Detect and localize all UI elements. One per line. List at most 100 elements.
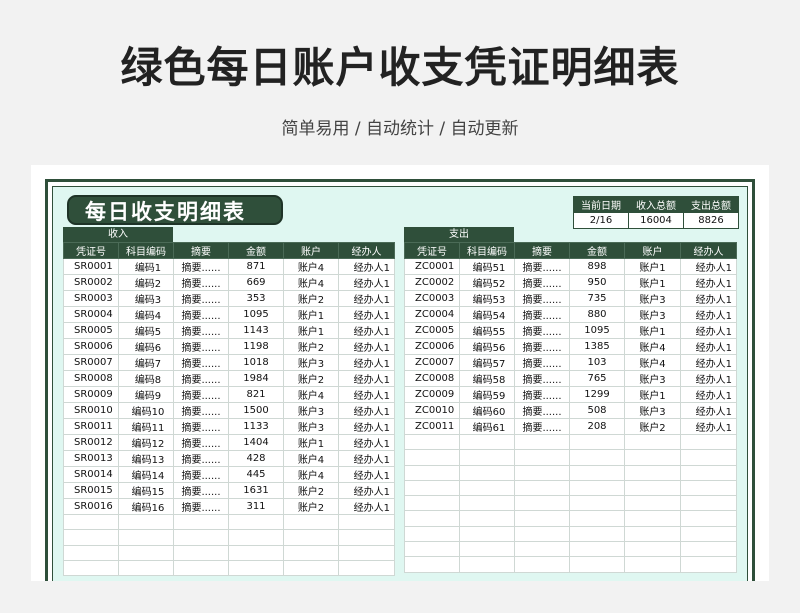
income-cell-amount[interactable]: 1095 (228, 306, 284, 323)
income-cell-amount[interactable] (228, 513, 284, 531)
expense-cell-voucher[interactable] (404, 495, 460, 512)
expense-cell-handler[interactable] (680, 433, 737, 451)
income-cell-account[interactable]: 账户3 (283, 402, 339, 419)
income-cell-account-code[interactable]: 编码16 (118, 498, 174, 515)
income-cell-handler[interactable]: 经办人1 (338, 482, 395, 499)
income-cell-handler[interactable]: 经办人1 (338, 402, 395, 419)
expense-cell-handler[interactable] (680, 510, 737, 527)
expense-cell-account[interactable]: 账户1 (624, 322, 681, 339)
income-cell-handler[interactable]: 经办人1 (338, 354, 395, 371)
income-cell-voucher[interactable] (63, 544, 119, 561)
income-cell-account-code[interactable]: 编码7 (118, 354, 174, 371)
income-cell-amount[interactable] (228, 544, 284, 561)
expense-cell-summary[interactable]: 摘要...... (514, 274, 570, 291)
expense-cell-amount[interactable]: 103 (569, 354, 625, 371)
income-cell-handler[interactable]: 经办人1 (338, 386, 395, 403)
expense-cell-account[interactable]: 账户2 (624, 418, 681, 435)
income-cell-summary[interactable]: 摘要...... (173, 290, 229, 307)
expense-cell-account[interactable]: 账户3 (624, 370, 681, 387)
expense-cell-account-code[interactable] (459, 433, 515, 451)
income-cell-voucher[interactable]: SR0015 (63, 482, 119, 499)
expense-cell-amount[interactable] (569, 556, 625, 573)
income-cell-account-code[interactable]: 编码11 (118, 418, 174, 435)
income-cell-handler[interactable]: 经办人1 (338, 450, 395, 467)
income-cell-account-code[interactable]: 编码1 (118, 258, 174, 275)
income-cell-voucher[interactable]: SR0014 (63, 466, 119, 483)
income-cell-account-code[interactable]: 编码12 (118, 434, 174, 451)
expense-cell-account-code[interactable] (459, 556, 515, 573)
income-cell-handler[interactable]: 经办人1 (338, 370, 395, 387)
expense-cell-account[interactable] (624, 556, 681, 573)
expense-cell-summary[interactable]: 摘要...... (514, 354, 570, 371)
expense-cell-voucher[interactable]: ZC0007 (404, 354, 460, 371)
income-cell-summary[interactable]: 摘要...... (173, 354, 229, 371)
income-cell-account[interactable]: 账户4 (283, 386, 339, 403)
income-cell-voucher[interactable] (63, 529, 119, 546)
expense-cell-voucher[interactable] (404, 525, 460, 543)
expense-cell-amount[interactable] (569, 479, 625, 497)
income-cell-amount[interactable]: 428 (228, 450, 284, 467)
income-cell-summary[interactable]: 摘要...... (173, 402, 229, 419)
expense-cell-handler[interactable] (680, 495, 737, 512)
income-cell-amount[interactable]: 1018 (228, 354, 284, 371)
expense-cell-account[interactable] (624, 449, 681, 466)
expense-cell-amount[interactable]: 735 (569, 290, 625, 307)
expense-cell-handler[interactable]: 经办人1 (680, 290, 737, 307)
expense-cell-amount[interactable] (569, 433, 625, 451)
expense-cell-amount[interactable] (569, 525, 625, 543)
expense-cell-voucher[interactable] (404, 433, 460, 451)
income-cell-account-code[interactable]: 编码8 (118, 370, 174, 387)
expense-cell-summary[interactable]: 摘要...... (514, 290, 570, 307)
expense-cell-account[interactable]: 账户1 (624, 258, 681, 275)
expense-cell-account[interactable] (624, 464, 681, 481)
expense-cell-voucher[interactable]: ZC0009 (404, 386, 460, 403)
expense-cell-summary[interactable] (514, 479, 570, 497)
income-cell-amount[interactable]: 353 (228, 290, 284, 307)
expense-cell-amount[interactable]: 1095 (569, 322, 625, 339)
income-cell-account[interactable] (283, 529, 339, 546)
expense-cell-account[interactable]: 账户3 (624, 402, 681, 419)
expense-cell-account-code[interactable] (459, 525, 515, 543)
income-cell-account[interactable]: 账户2 (283, 370, 339, 387)
income-cell-summary[interactable]: 摘要...... (173, 338, 229, 355)
income-cell-account[interactable]: 账户4 (283, 466, 339, 483)
income-cell-summary[interactable]: 摘要...... (173, 450, 229, 467)
income-cell-voucher[interactable]: SR0010 (63, 402, 119, 419)
income-cell-amount[interactable]: 871 (228, 258, 284, 275)
expense-cell-account-code[interactable]: 编码54 (459, 306, 515, 323)
expense-cell-handler[interactable]: 经办人1 (680, 306, 737, 323)
income-cell-amount[interactable]: 1984 (228, 370, 284, 387)
expense-cell-account-code[interactable]: 编码52 (459, 274, 515, 291)
expense-cell-amount[interactable]: 765 (569, 370, 625, 387)
expense-cell-handler[interactable] (680, 479, 737, 497)
income-cell-voucher[interactable]: SR0011 (63, 418, 119, 435)
expense-cell-summary[interactable]: 摘要...... (514, 418, 570, 435)
income-cell-account-code[interactable] (118, 513, 174, 531)
expense-cell-handler[interactable]: 经办人1 (680, 258, 737, 275)
income-cell-handler[interactable]: 经办人1 (338, 306, 395, 323)
income-cell-summary[interactable] (173, 559, 229, 577)
income-cell-summary[interactable]: 摘要...... (173, 418, 229, 435)
expense-cell-voucher[interactable]: ZC0011 (404, 418, 460, 435)
income-cell-amount[interactable]: 1404 (228, 434, 284, 451)
expense-cell-voucher[interactable] (404, 449, 460, 466)
income-cell-summary[interactable] (173, 513, 229, 531)
expense-cell-handler[interactable]: 经办人1 (680, 402, 737, 419)
income-cell-summary[interactable]: 摘要...... (173, 482, 229, 499)
income-cell-account[interactable]: 账户4 (283, 450, 339, 467)
income-cell-handler[interactable]: 经办人1 (338, 466, 395, 483)
income-cell-account-code[interactable]: 编码6 (118, 338, 174, 355)
income-cell-voucher[interactable]: SR0008 (63, 370, 119, 387)
income-cell-voucher[interactable]: SR0016 (63, 498, 119, 515)
expense-cell-handler[interactable] (680, 464, 737, 481)
expense-cell-summary[interactable] (514, 556, 570, 573)
income-cell-amount[interactable]: 821 (228, 386, 284, 403)
income-cell-account[interactable]: 账户3 (283, 418, 339, 435)
expense-cell-voucher[interactable] (404, 464, 460, 481)
income-cell-voucher[interactable]: SR0006 (63, 338, 119, 355)
expense-cell-handler[interactable]: 经办人1 (680, 354, 737, 371)
income-cell-handler[interactable]: 经办人1 (338, 418, 395, 435)
expense-cell-summary[interactable] (514, 464, 570, 481)
expense-cell-voucher[interactable]: ZC0004 (404, 306, 460, 323)
expense-cell-account[interactable] (624, 541, 681, 558)
